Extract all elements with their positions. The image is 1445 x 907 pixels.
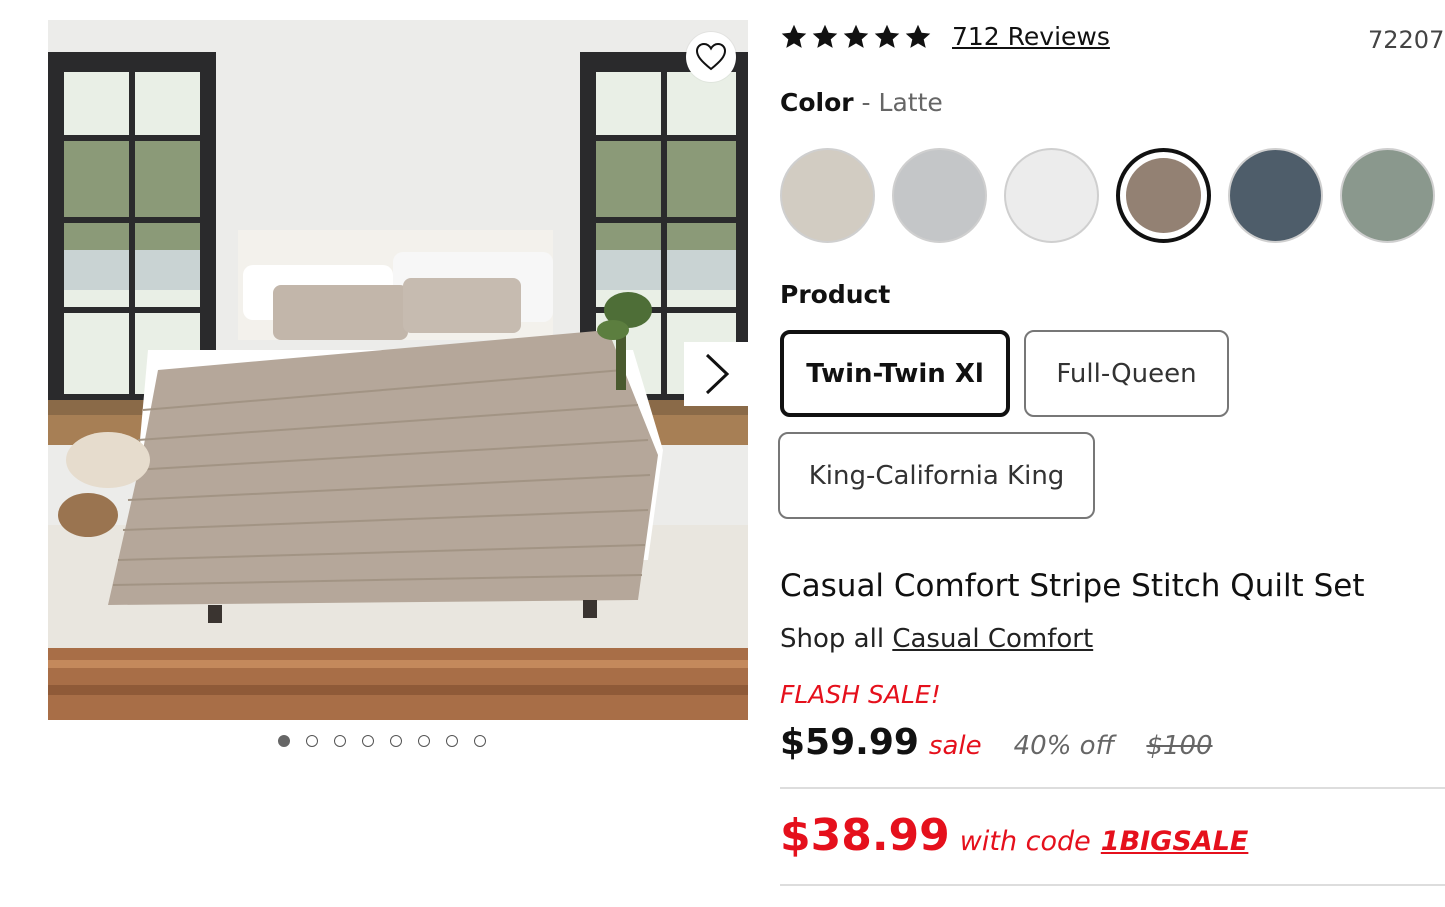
color-separator: - — [853, 88, 879, 117]
original-price: $100 — [1146, 731, 1213, 761]
price-divider — [780, 787, 1445, 789]
gallery-dot-5[interactable] — [390, 735, 402, 747]
color-swatch[interactable] — [1004, 148, 1099, 243]
product-image — [48, 20, 748, 720]
next-image-button[interactable] — [684, 342, 748, 406]
size-option-twin[interactable]: Twin-Twin Xl — [780, 330, 1010, 417]
with-code-label: with code — [959, 826, 1091, 857]
gallery-dot-6[interactable] — [418, 735, 430, 747]
price-row: $59.99 sale 40% off $100 — [780, 722, 1213, 763]
product-size-heading: Product — [780, 280, 891, 309]
gallery-dot-1[interactable] — [278, 735, 290, 747]
gallery-dot-3[interactable] — [334, 735, 346, 747]
promo-divider — [780, 884, 1445, 886]
size-option-full-queen[interactable]: Full-Queen — [1024, 330, 1229, 417]
size-option-king[interactable]: King-California King — [778, 432, 1095, 519]
gallery-dot-4[interactable] — [362, 735, 374, 747]
rating-row: 712 Reviews — [780, 22, 1110, 51]
gallery-dot-7[interactable] — [446, 735, 458, 747]
sale-price: $59.99 — [780, 722, 919, 763]
star-icon — [905, 24, 931, 48]
promo-code-link[interactable]: 1BIGSALE — [1101, 826, 1249, 857]
star-rating[interactable] — [780, 23, 932, 51]
color-swatch[interactable] — [1228, 148, 1323, 243]
product-sku: 72207 — [1368, 26, 1445, 54]
star-icon — [843, 24, 869, 48]
color-swatch[interactable] — [1340, 148, 1435, 243]
product-image-gallery[interactable] — [48, 20, 748, 720]
star-icon — [874, 24, 900, 48]
brand-link[interactable]: Casual Comfort — [892, 624, 1093, 654]
shop-all-brand: Shop all Casual Comfort — [780, 624, 1093, 654]
product-title: Casual Comfort Stripe Stitch Quilt Set — [780, 568, 1365, 604]
promo-price-row: $38.99 with code 1BIGSALE — [780, 810, 1248, 861]
product-details-panel: 712 Reviews 72207 Color - Latte Product … — [778, 0, 1445, 907]
color-swatch-selected[interactable] — [1116, 148, 1211, 243]
heart-icon — [695, 42, 727, 71]
sale-tag: sale — [928, 731, 982, 761]
discount-percent: 40% off — [1013, 731, 1115, 761]
chevron-right-icon — [705, 353, 730, 395]
color-swatch[interactable] — [892, 148, 987, 243]
reviews-link[interactable]: 712 Reviews — [952, 22, 1110, 51]
gallery-dot-2[interactable] — [306, 735, 318, 747]
gallery-dot-8[interactable] — [474, 735, 486, 747]
promo-price: $38.99 — [780, 810, 950, 861]
flash-sale-label: FLASH SALE! — [780, 680, 941, 709]
gallery-pagination — [278, 735, 486, 747]
color-label: Color — [780, 88, 854, 117]
star-icon — [781, 24, 807, 48]
color-swatch[interactable] — [780, 148, 875, 243]
color-heading: Color - Latte — [780, 88, 943, 117]
selected-color-name: Latte — [878, 88, 943, 117]
favorite-button[interactable] — [686, 32, 736, 82]
shop-all-prefix: Shop all — [780, 624, 885, 654]
star-icon — [812, 24, 838, 48]
color-swatches — [780, 148, 1435, 243]
